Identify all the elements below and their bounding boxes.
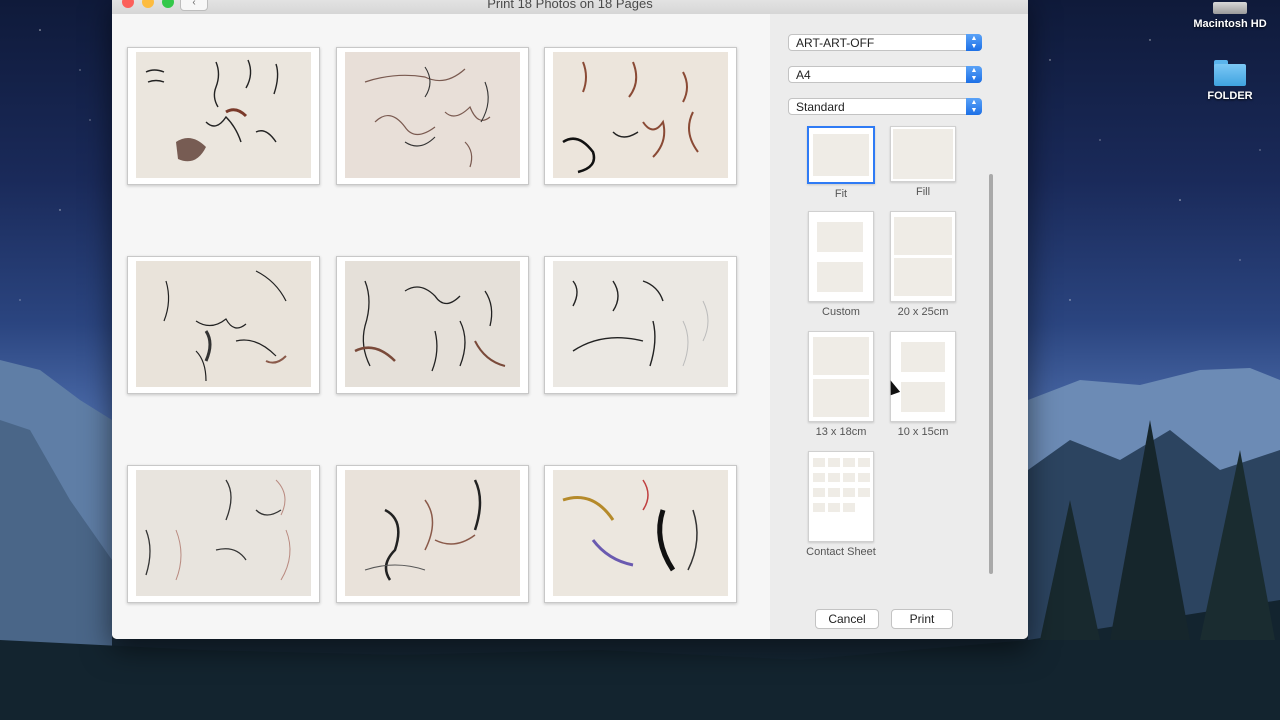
hard-drive-icon [1213,2,1247,14]
layout-option-label: Fit [834,188,848,200]
layout-option-contact-sheet[interactable]: Contact Sheet [800,451,882,558]
layout-option-fill[interactable]: Fill [882,126,964,198]
paper-size-select[interactable]: A4 ▲ ▼ [788,66,982,83]
quality-select[interactable]: Standard ▲ ▼ [788,98,982,115]
photo-preview[interactable] [127,465,320,603]
layout-option-custom[interactable]: Custom [800,211,882,318]
sketch-thumbnail [136,261,311,387]
print-button[interactable]: Print [891,609,953,629]
sketch-thumbnail [553,261,728,387]
sketch-thumbnail [345,470,520,596]
sketch-thumbnail [553,52,728,178]
photo-preview[interactable] [336,256,529,394]
quality-value: Standard [796,100,845,114]
photo-preview[interactable] [544,256,737,394]
layout-option-label: Contact Sheet [806,546,876,558]
desktop-icon-folder[interactable]: FOLDER [1180,60,1280,102]
layout-option-label: Fill [915,186,931,198]
sketch-thumbnail [345,52,520,178]
photo-preview[interactable] [127,256,320,394]
layout-option-20x25[interactable]: 20 x 25cm [882,211,964,318]
desktop-icon-label: FOLDER [1207,90,1253,102]
desktop-icon-macintosh-hd[interactable]: Macintosh HD [1180,2,1280,30]
photo-preview[interactable] [544,47,737,185]
folder-icon [1214,60,1246,86]
print-window: ‹ Print 18 Photos on 18 Pages ART-ART-OF… [112,0,1028,639]
sketch-thumbnail [553,470,728,596]
layout-option-label: 20 x 25cm [897,306,949,318]
desktop-icon-label: Macintosh HD [1193,18,1267,30]
layout-option-fit[interactable]: Fit [800,126,882,200]
title-bar: ‹ Print 18 Photos on 18 Pages [112,0,1028,15]
cancel-button[interactable]: Cancel [815,609,879,629]
layout-option-label: 13 x 18cm [815,426,867,438]
photo-preview[interactable] [127,47,320,185]
select-arrows-icon: ▲ ▼ [966,98,982,115]
print-preview-area [112,14,770,639]
select-arrows-icon: ▲ ▼ [966,34,982,51]
paper-size-value: A4 [796,68,811,82]
layout-option-label: Custom [822,306,860,318]
photo-preview[interactable] [544,465,737,603]
layout-scrollbar[interactable] [989,174,993,574]
photo-preview[interactable] [336,465,529,603]
photo-preview[interactable] [336,47,529,185]
printer-value: ART-ART-OFF [796,36,875,50]
sketch-thumbnail [345,261,520,387]
select-arrows-icon: ▲ ▼ [966,66,982,83]
sketch-thumbnail [136,470,311,596]
printer-select[interactable]: ART-ART-OFF ▲ ▼ [788,34,982,51]
window-title: Print 18 Photos on 18 Pages [487,0,653,11]
layout-option-label: 10 x 15cm [897,426,949,438]
sketch-thumbnail [136,52,311,178]
layout-option-13x18[interactable]: 13 x 18cm [800,331,882,438]
